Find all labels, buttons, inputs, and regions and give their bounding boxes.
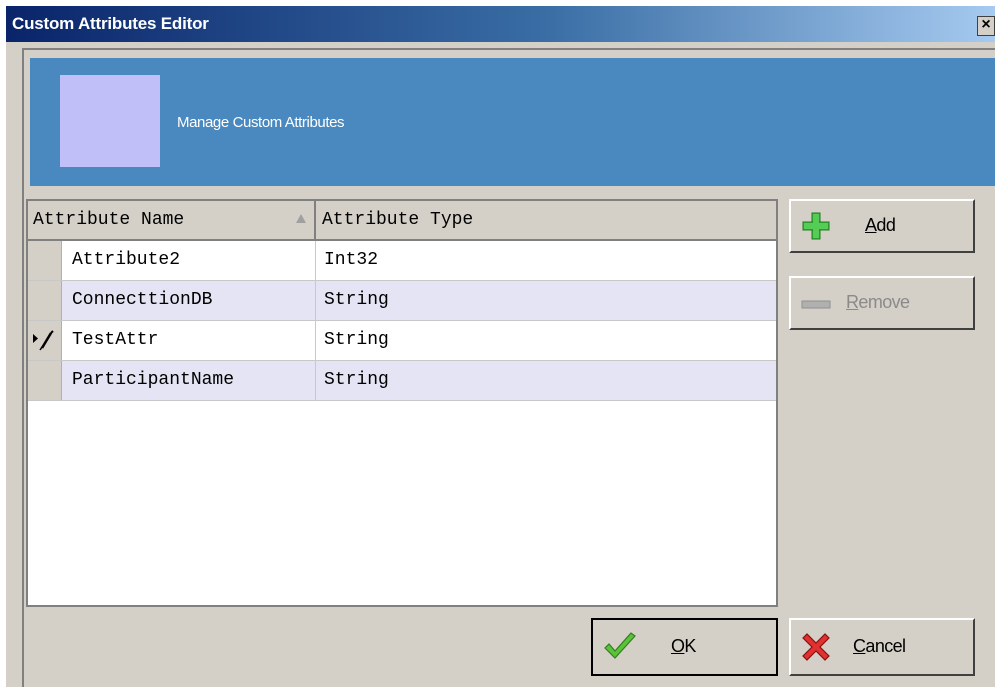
column-header-attribute-type[interactable]: Attribute Type: [316, 201, 776, 239]
green-plus-icon: [802, 212, 830, 240]
attribute-name-cell[interactable]: TestAttr: [62, 321, 316, 360]
remove-button-label: Remove: [846, 292, 910, 312]
minus-icon: [801, 300, 831, 309]
banner-image: [60, 75, 160, 167]
attribute-type-cell[interactable]: String: [316, 361, 776, 400]
remove-button[interactable]: Remove: [789, 276, 975, 330]
ok-button-label: OK: [671, 636, 696, 656]
sort-ascending-icon: [296, 214, 306, 223]
close-icon: ×: [981, 16, 991, 33]
table-row[interactable]: TestAttr String: [28, 321, 776, 361]
table-row[interactable]: ParticipantName String: [28, 361, 776, 401]
red-x-icon: [802, 633, 830, 661]
row-selector[interactable]: [28, 241, 62, 280]
column-header-label: Attribute Name: [33, 210, 185, 230]
cancel-button-label: Cancel: [853, 636, 906, 656]
attribute-type-cell[interactable]: String: [316, 321, 776, 360]
table-row[interactable]: Attribute2 Int32: [28, 241, 776, 281]
row-selector[interactable]: [28, 361, 62, 400]
dialog-content: Manage Custom Attributes Attribute Name …: [22, 48, 995, 687]
green-check-icon: [604, 632, 636, 659]
banner-text: Manage Custom Attributes: [177, 114, 345, 131]
add-button-label: Add: [865, 215, 896, 235]
attribute-name-cell[interactable]: ParticipantName: [62, 361, 316, 400]
attributes-grid[interactable]: Attribute Name Attribute Type Attribute2…: [26, 199, 778, 607]
header-banner: Manage Custom Attributes: [30, 58, 995, 186]
cancel-button[interactable]: Cancel: [789, 618, 975, 676]
attribute-name-cell[interactable]: ConnecttionDB: [62, 281, 316, 320]
edit-pencil-icon: [33, 330, 54, 351]
column-header-attribute-name[interactable]: Attribute Name: [28, 201, 316, 239]
ok-button[interactable]: OK: [591, 618, 778, 676]
close-button[interactable]: ×: [977, 16, 995, 36]
attribute-name-cell[interactable]: Attribute2: [62, 241, 316, 280]
attribute-type-cell[interactable]: String: [316, 281, 776, 320]
column-header-label: Attribute Type: [322, 210, 474, 230]
window-title: Custom Attributes Editor: [12, 14, 209, 33]
table-row[interactable]: ConnecttionDB String: [28, 281, 776, 321]
attribute-type-cell[interactable]: Int32: [316, 241, 776, 280]
row-selector[interactable]: [28, 281, 62, 320]
title-bar[interactable]: Custom Attributes Editor ×: [6, 6, 995, 42]
row-selector[interactable]: [28, 321, 62, 360]
custom-attributes-dialog: Custom Attributes Editor × Manage Custom…: [6, 6, 995, 687]
grid-header: Attribute Name Attribute Type: [28, 201, 776, 241]
add-button[interactable]: Add: [789, 199, 975, 253]
